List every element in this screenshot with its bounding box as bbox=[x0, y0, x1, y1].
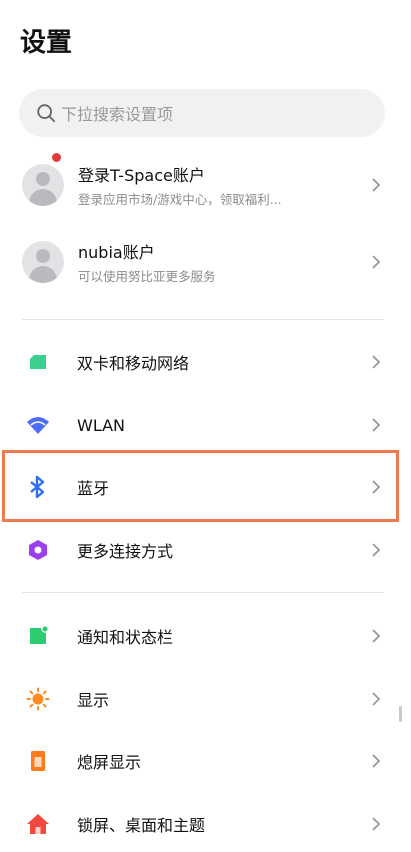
section-divider bbox=[22, 319, 384, 320]
settings-item-dual-sim[interactable]: 双卡和移动网络 bbox=[0, 334, 411, 390]
selection-highlight bbox=[2, 450, 399, 522]
settings-item-label: 双卡和移动网络 bbox=[77, 354, 190, 373]
chevron-right-icon bbox=[372, 629, 381, 643]
settings-item-more-connections[interactable]: 更多连接方式 bbox=[0, 522, 411, 578]
section-divider bbox=[22, 592, 384, 593]
avatar bbox=[22, 241, 64, 283]
sim-card-icon bbox=[26, 350, 50, 374]
nubia-account-item[interactable]: nubia账户 可以使用努比亚更多服务 bbox=[0, 230, 411, 294]
settings-item-display[interactable]: 显示 bbox=[0, 671, 411, 727]
chevron-right-icon bbox=[372, 255, 381, 269]
account-subtitle: 登录应用市场/游戏中心，领取福利... bbox=[78, 192, 282, 207]
always-on-display-icon bbox=[26, 749, 50, 773]
settings-item-label: 通知和状态栏 bbox=[77, 628, 174, 647]
wifi-icon bbox=[26, 413, 50, 437]
notification-dot bbox=[52, 153, 61, 162]
search-bar[interactable]: 下拉搜索设置项 bbox=[19, 89, 385, 137]
search-icon bbox=[37, 104, 56, 123]
home-icon bbox=[26, 812, 50, 836]
chevron-right-icon bbox=[372, 543, 381, 557]
chevron-right-icon bbox=[372, 817, 381, 831]
settings-item-notifications[interactable]: 通知和状态栏 bbox=[0, 608, 411, 664]
account-subtitle: 可以使用努比亚更多服务 bbox=[78, 269, 216, 284]
settings-item-wlan[interactable]: WLAN bbox=[0, 397, 411, 453]
settings-item-label: WLAN bbox=[77, 415, 126, 435]
settings-item-label: 更多连接方式 bbox=[77, 542, 174, 561]
account-title: 登录T-Space账户 bbox=[78, 166, 205, 185]
settings-item-label: 锁屏、桌面和主题 bbox=[77, 816, 206, 835]
chevron-right-icon bbox=[372, 692, 381, 706]
scrollbar-thumb[interactable] bbox=[399, 706, 402, 722]
notification-icon bbox=[26, 624, 50, 648]
search-placeholder: 下拉搜索设置项 bbox=[61, 105, 174, 124]
settings-item-lockscreen-theme[interactable]: 锁屏、桌面和主题 bbox=[0, 796, 411, 852]
settings-item-always-on-display[interactable]: 熄屏显示 bbox=[0, 733, 411, 789]
connection-icon bbox=[26, 538, 50, 562]
settings-item-label: 显示 bbox=[77, 691, 110, 710]
settings-item-label: 熄屏显示 bbox=[77, 753, 142, 772]
brightness-icon bbox=[26, 687, 50, 711]
account-title: nubia账户 bbox=[78, 243, 155, 262]
tspace-account-item[interactable]: 登录T-Space账户 登录应用市场/游戏中心，领取福利... bbox=[0, 153, 411, 217]
chevron-right-icon bbox=[372, 754, 381, 768]
page-title: 设置 bbox=[20, 28, 73, 58]
avatar bbox=[22, 164, 64, 206]
chevron-right-icon bbox=[372, 355, 381, 369]
chevron-right-icon bbox=[372, 418, 381, 432]
chevron-right-icon bbox=[372, 178, 381, 192]
